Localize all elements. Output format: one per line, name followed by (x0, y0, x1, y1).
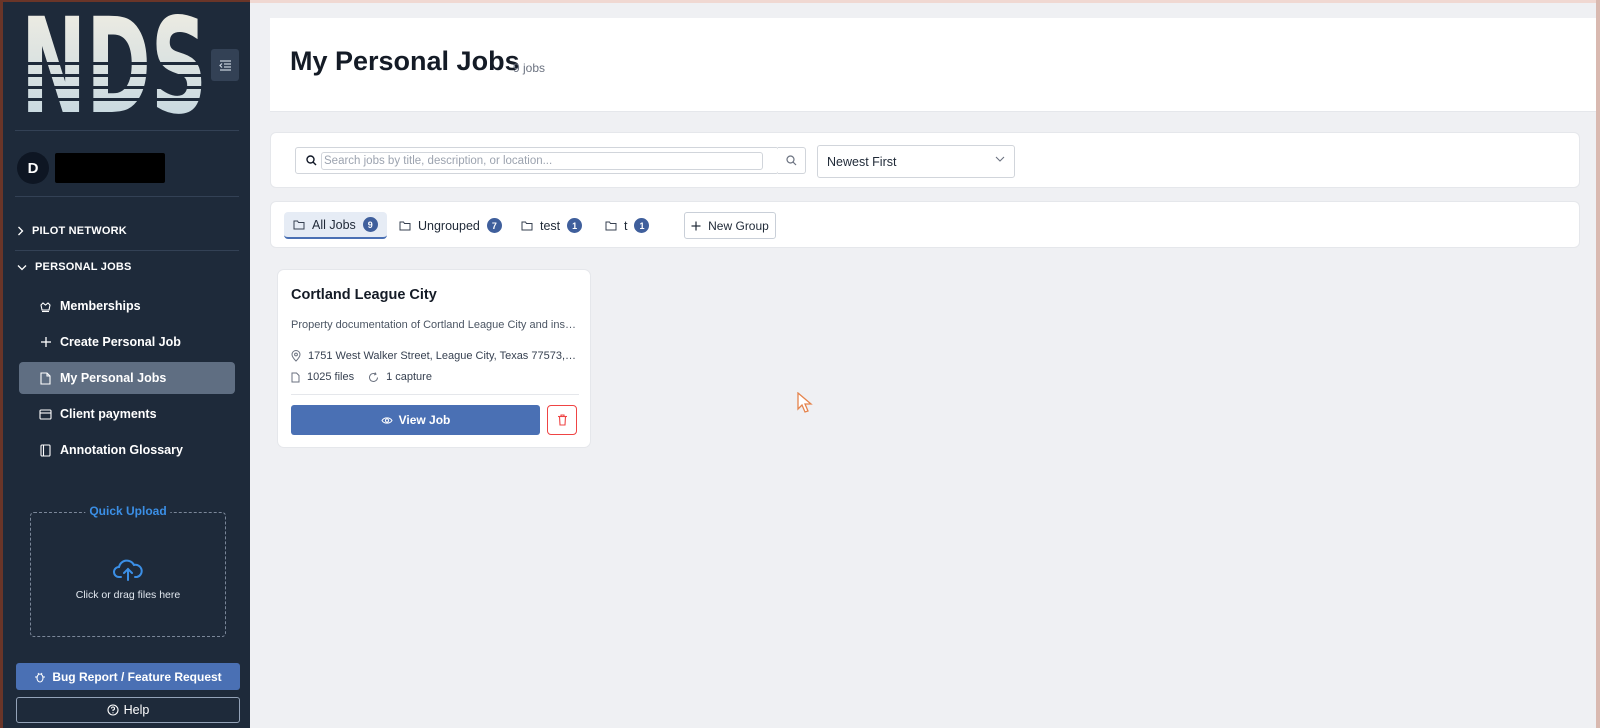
bug-report-label: Bug Report / Feature Request (52, 669, 222, 684)
tab-count-badge: 7 (486, 218, 502, 233)
user-profile[interactable]: D (17, 152, 165, 184)
section-pilot-network[interactable]: PILOT NETWORK (17, 221, 241, 241)
tab-count-badge: 1 (567, 218, 583, 233)
main-content: My Personal Jobs 9 jobs Newest First All… (250, 0, 1600, 728)
help-label: Help (123, 703, 150, 717)
collapse-icon (218, 59, 231, 71)
new-group-button[interactable]: New Group (684, 212, 776, 239)
bug-icon (35, 672, 46, 683)
file-icon (39, 371, 52, 385)
view-job-button[interactable]: View Job (291, 405, 540, 435)
tab-test[interactable]: test 1 (512, 212, 591, 239)
new-group-label: New Group (708, 218, 769, 233)
quick-upload-title: Quick Upload (85, 504, 171, 518)
search-icon (306, 155, 317, 166)
eye-icon (381, 416, 393, 424)
bug-report-button[interactable]: Bug Report / Feature Request (16, 663, 240, 690)
tab-label: test (540, 218, 561, 233)
sidebar-item-label: Memberships (60, 299, 141, 313)
sidebar-item-label: Annotation Glossary (60, 443, 183, 457)
trash-icon (557, 414, 567, 426)
window-frame (250, 0, 1600, 3)
job-meta: 1025 files 1 capture (291, 371, 432, 383)
job-count: 9 jobs (513, 61, 546, 75)
collapse-sidebar-button[interactable] (211, 49, 239, 81)
tab-count-badge: 1 (634, 218, 650, 233)
tab-count-badge: 9 (362, 217, 378, 232)
sidebar-item-client-payments[interactable]: Client payments (19, 398, 235, 430)
folder-icon (293, 220, 305, 229)
tab-t[interactable]: t 1 (596, 212, 658, 239)
search-box (295, 147, 779, 174)
sidebar-item-memberships[interactable]: Memberships (19, 290, 235, 322)
tab-label: Ungrouped (418, 218, 480, 233)
section-label: PERSONAL JOBS (35, 261, 132, 273)
cloud-upload-icon (113, 559, 143, 581)
page-title: My Personal Jobs (290, 46, 520, 76)
sidebar: NDS D PILOT NETWORK PERSONAL JOBS Member… (0, 0, 250, 728)
section-label: PILOT NETWORK (32, 225, 127, 237)
job-description: Property documentation of Cortland Leagu… (291, 319, 579, 331)
sidebar-divider (15, 196, 239, 197)
search-icon (786, 155, 797, 166)
sort-selected-value: Newest First (827, 154, 897, 169)
file-icon (291, 372, 300, 382)
help-circle-icon (107, 704, 119, 716)
sidebar-divider (15, 130, 239, 131)
folder-icon (521, 221, 533, 230)
refresh-icon (369, 371, 379, 382)
plus-icon (39, 336, 52, 349)
badge-icon (39, 300, 52, 313)
window-frame (1596, 0, 1600, 728)
job-title: Cortland League City (291, 287, 437, 303)
tab-all-jobs[interactable]: All Jobs 9 (284, 212, 387, 239)
page-header: My Personal Jobs 9 jobs (270, 18, 1600, 112)
group-tabs: All Jobs 9 Ungrouped 7 test 1 t 1 New Gr… (270, 201, 1580, 248)
location-pin-icon (291, 350, 301, 362)
user-name-redacted (55, 153, 165, 183)
sort-select[interactable]: Newest First (817, 145, 1015, 178)
search-button[interactable] (778, 147, 806, 174)
folder-icon (399, 221, 411, 230)
search-toolbar: Newest First (270, 132, 1580, 188)
view-job-label: View Job (398, 413, 451, 427)
sidebar-item-my-personal-jobs[interactable]: My Personal Jobs (19, 362, 235, 394)
sidebar-item-label: Client payments (60, 407, 157, 421)
tab-label: All Jobs (312, 217, 356, 232)
chevron-right-icon (18, 226, 24, 236)
chevron-down-icon (17, 264, 27, 270)
sidebar-item-label: My Personal Jobs (60, 371, 167, 385)
tab-label: t (624, 218, 628, 233)
sidebar-divider (15, 250, 239, 251)
job-capture-count: 1 capture (386, 371, 432, 383)
sidebar-item-annotation-glossary[interactable]: Annotation Glossary (19, 434, 235, 466)
book-icon (39, 443, 52, 457)
mouse-cursor-icon (797, 392, 813, 413)
quick-upload-hint: Click or drag files here (75, 589, 181, 601)
plus-icon (691, 221, 701, 230)
folder-icon (605, 221, 617, 230)
help-button[interactable]: Help (16, 697, 240, 723)
sidebar-item-label: Create Personal Job (60, 335, 181, 349)
card-divider (291, 394, 579, 395)
avatar: D (17, 152, 49, 184)
card-icon (39, 408, 52, 421)
tab-ungrouped[interactable]: Ungrouped 7 (390, 212, 511, 239)
job-file-count: 1025 files (307, 371, 355, 383)
nds-logo: NDS (25, 12, 207, 114)
section-personal-jobs[interactable]: PERSONAL JOBS (17, 257, 241, 277)
delete-job-button[interactable] (547, 405, 577, 435)
chevron-down-icon (995, 156, 1005, 162)
quick-upload-dropzone[interactable]: Quick Upload Click or drag files here (30, 504, 226, 637)
sidebar-item-create-personal-job[interactable]: Create Personal Job (19, 326, 235, 358)
job-card: Cortland League City Property documentat… (277, 269, 591, 448)
search-input[interactable] (321, 151, 763, 170)
job-location-text: 1751 West Walker Street, League City, Te… (308, 350, 578, 362)
job-location: 1751 West Walker Street, League City, Te… (291, 350, 581, 362)
